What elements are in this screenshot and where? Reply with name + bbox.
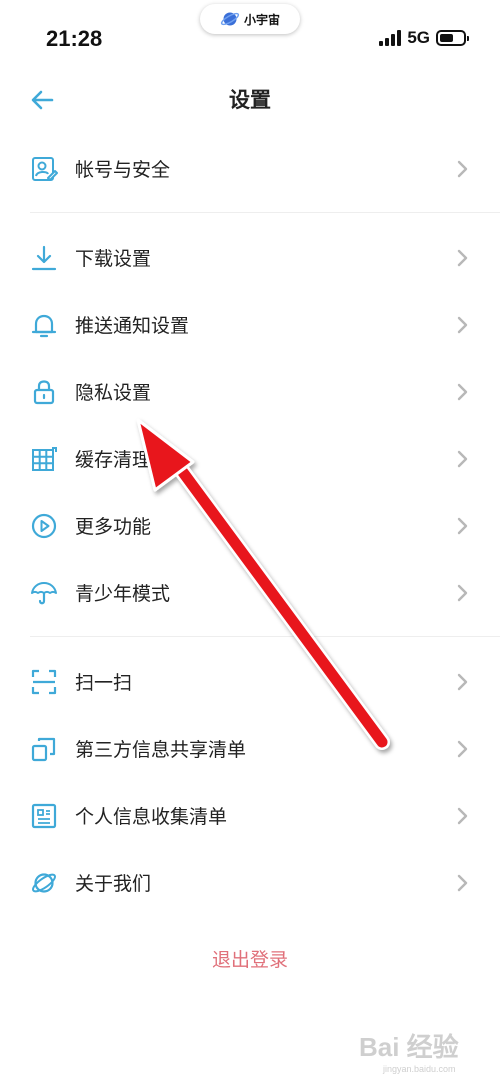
settings-item-label: 隐私设置 xyxy=(75,382,152,404)
settings-item-label: 缓存清理 xyxy=(75,449,152,471)
settings-item-about-us[interactable]: 关于我们 xyxy=(0,849,500,916)
settings-item-label: 个人信息收集清单 xyxy=(75,806,228,828)
status-time: 21:28 xyxy=(46,26,103,51)
settings-item-label: 推送通知设置 xyxy=(75,315,190,337)
settings-item-account-security[interactable]: 帐号与安全 xyxy=(0,135,500,202)
chevron-right-icon xyxy=(457,807,468,824)
signal-icon xyxy=(379,30,402,46)
settings-item-personal-info-collection[interactable]: 个人信息收集清单 xyxy=(0,782,500,849)
settings-item-third-party-sharing[interactable]: 第三方信息共享清单 xyxy=(0,715,500,782)
chevron-right-icon xyxy=(457,316,468,333)
settings-item-label: 扫一扫 xyxy=(75,672,133,694)
page-title: 设置 xyxy=(229,88,271,112)
chevron-right-icon xyxy=(457,584,468,601)
umbrella-icon xyxy=(31,581,57,604)
download-icon xyxy=(31,245,57,270)
copy-icon xyxy=(31,737,56,761)
dynamic-island[interactable]: 小宇宙 xyxy=(200,4,300,34)
network-type: 5G xyxy=(407,28,430,47)
settings-list: 帐号与安全 下载设置 推送通知设置 隐私设置 缓存清理 更多功能 青少年模式 扫… xyxy=(0,135,500,916)
settings-item-push-notifications[interactable]: 推送通知设置 xyxy=(0,291,500,358)
chevron-right-icon xyxy=(457,160,468,177)
baidu-watermark: Bai 经验 jingyan.baidu.com xyxy=(359,1032,459,1074)
bell-icon xyxy=(31,314,57,337)
chevron-right-icon xyxy=(457,249,468,266)
settings-item-cache[interactable]: 缓存清理 xyxy=(0,425,500,492)
scan-icon xyxy=(31,669,57,694)
status-bar: 21:28 小宇宙 5G xyxy=(0,0,500,70)
island-label: 小宇宙 xyxy=(243,12,280,27)
settings-item-label: 青少年模式 xyxy=(75,583,171,605)
grid-icon xyxy=(32,446,57,471)
settings-item-label: 第三方信息共享清单 xyxy=(75,739,247,761)
lock-icon xyxy=(33,379,55,404)
chevron-right-icon xyxy=(457,450,468,467)
nav-header: 设置 xyxy=(0,70,500,130)
battery-icon xyxy=(436,30,469,46)
logout-button[interactable]: 退出登录 xyxy=(30,923,470,993)
watermark-text: Bai 经验 xyxy=(359,1032,459,1062)
chevron-right-icon xyxy=(457,874,468,891)
planet-icon xyxy=(32,872,56,893)
watermark-sub: jingyan.baidu.com xyxy=(382,1064,456,1074)
settings-item-download[interactable]: 下载设置 xyxy=(0,224,500,291)
section-divider xyxy=(30,636,500,637)
chevron-right-icon xyxy=(457,517,468,534)
account-security-icon xyxy=(32,156,58,181)
section-divider xyxy=(30,212,500,213)
settings-item-youth-mode[interactable]: 青少年模式 xyxy=(0,559,500,626)
settings-item-scan[interactable]: 扫一扫 xyxy=(0,648,500,715)
chevron-right-icon xyxy=(457,383,468,400)
planet-logo-icon xyxy=(220,12,240,26)
settings-item-privacy[interactable]: 隐私设置 xyxy=(0,358,500,425)
chevron-right-icon xyxy=(457,673,468,690)
settings-item-label: 帐号与安全 xyxy=(75,159,171,181)
play-circle-icon xyxy=(31,513,57,538)
document-list-icon xyxy=(31,803,57,828)
status-indicators: 5G xyxy=(379,28,469,48)
settings-item-more-features[interactable]: 更多功能 xyxy=(0,492,500,559)
settings-item-label: 更多功能 xyxy=(75,516,152,538)
settings-item-label: 关于我们 xyxy=(75,873,152,895)
chevron-right-icon xyxy=(457,740,468,757)
settings-item-label: 下载设置 xyxy=(75,248,152,270)
